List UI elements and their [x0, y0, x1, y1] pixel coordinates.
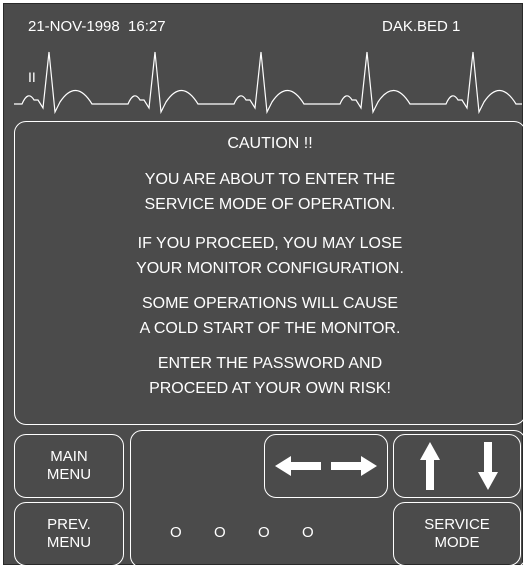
service-mode-label-line1: SERVICE	[424, 516, 490, 533]
header-datetime: 21-NOV-1998 16:27	[28, 18, 166, 35]
ecg-waveform	[14, 51, 522, 115]
prev-menu-label-line1: PREV.	[47, 516, 91, 533]
dialog-line: IF YOU PROCEED, YOU MAY LOSE	[137, 235, 403, 252]
left-arrow-icon	[275, 456, 321, 476]
up-down-arrows-icon	[420, 442, 498, 490]
ecg-trace	[14, 51, 522, 115]
dialog-line: YOUR MONITOR CONFIGURATION.	[136, 260, 404, 277]
dialog-line: SERVICE MODE OF OPERATION.	[144, 196, 396, 213]
service-mode-label-line2: MODE	[434, 534, 480, 551]
right-arrow-icon	[331, 456, 377, 476]
password-char-slot: O	[170, 524, 182, 541]
service-mode-button[interactable]: SERVICE MODE	[393, 502, 521, 566]
up-down-arrows-button[interactable]	[393, 434, 521, 498]
main-menu-button[interactable]: MAIN MENU	[14, 434, 124, 498]
monitor-screen: 21-NOV-1998 16:27 DAK.BED 1 II CAUTION !…	[3, 3, 526, 568]
caution-dialog: CAUTION !! YOU ARE ABOUT TO ENTER THE SE…	[14, 121, 526, 425]
dialog-line: A COLD START OF THE MONITOR.	[139, 320, 401, 337]
down-arrow-icon	[478, 442, 498, 490]
prev-menu-button[interactable]: PREV. MENU	[14, 502, 124, 566]
prev-menu-label-line2: MENU	[46, 534, 92, 551]
password-char-slot: O	[214, 524, 226, 541]
left-right-arrows-icon	[275, 456, 377, 476]
password-char-slot: O	[302, 524, 314, 541]
dialog-line: YOU ARE ABOUT TO ENTER THE	[144, 171, 396, 188]
main-menu-label-line2: MENU	[46, 466, 92, 483]
dialog-line: ENTER THE PASSWORD AND	[157, 355, 383, 372]
dialog-title: CAUTION !!	[227, 135, 313, 152]
dialog-line: PROCEED AT YOUR OWN RISK!	[149, 380, 391, 397]
header-bed-label: DAK.BED 1	[382, 18, 461, 35]
password-char-slot: O	[258, 524, 270, 541]
up-arrow-icon	[420, 442, 440, 490]
main-menu-label-line1: MAIN	[50, 448, 88, 465]
dialog-line: SOME OPERATIONS WILL CAUSE	[141, 295, 399, 312]
left-right-arrows-button[interactable]	[264, 434, 388, 498]
